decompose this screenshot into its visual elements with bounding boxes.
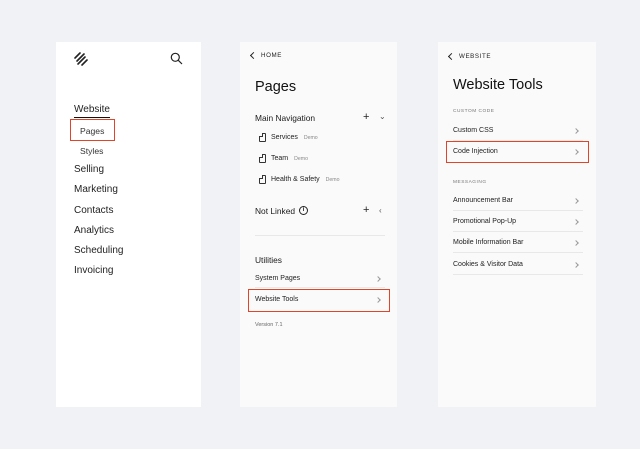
- squarespace-logo-icon[interactable]: [73, 52, 89, 66]
- divider: [453, 231, 583, 232]
- page-name: Health & Safety: [271, 176, 320, 183]
- page-icon: [259, 154, 266, 163]
- divider: [453, 274, 583, 275]
- back-home-button[interactable]: HOME: [249, 51, 282, 60]
- code-injection-highlight: [446, 141, 589, 163]
- announcement-bar-item[interactable]: Announcement Bar: [453, 197, 513, 204]
- version-text: Version 7.1: [255, 322, 283, 328]
- chevron-right-icon: [573, 198, 579, 204]
- mobile-info-bar-item[interactable]: Mobile Information Bar: [453, 239, 523, 246]
- page-item-team[interactable]: Team Demo: [259, 154, 308, 163]
- chevron-right-icon: [375, 276, 381, 282]
- divider: [255, 235, 385, 236]
- pages-highlight: [70, 119, 115, 141]
- back-home-label: HOME: [261, 52, 282, 59]
- nav-contacts[interactable]: Contacts: [74, 205, 113, 216]
- messaging-section-label: MESSAGING: [453, 180, 487, 185]
- website-tools-highlight: [248, 289, 390, 312]
- custom-code-section-label: CUSTOM CODE: [453, 109, 495, 114]
- nav-website[interactable]: Website: [74, 104, 110, 118]
- utilities-label: Utilities: [255, 255, 282, 265]
- nav-invoicing[interactable]: Invoicing: [74, 265, 113, 276]
- chevron-right-icon: [573, 262, 579, 268]
- back-chevron-icon: [447, 52, 456, 61]
- system-pages-item[interactable]: System Pages: [255, 275, 300, 282]
- nav-marketing[interactable]: Marketing: [74, 184, 118, 195]
- demo-tag: Demo: [294, 155, 308, 162]
- page-icon: [259, 133, 266, 142]
- custom-css-item[interactable]: Custom CSS: [453, 127, 493, 134]
- back-website-label: WEBSITE: [459, 53, 492, 60]
- demo-tag: Demo: [325, 176, 340, 183]
- demo-tag: Demo: [303, 134, 318, 141]
- pages-panel: HOME Pages Main Navigation + ⌄ Services …: [240, 42, 397, 407]
- back-chevron-icon: [249, 51, 258, 60]
- divider: [453, 210, 583, 211]
- page-name: Services: [271, 134, 298, 141]
- plus-icon[interactable]: +: [363, 205, 369, 216]
- not-linked-label: Not Linked: [255, 206, 296, 216]
- plus-icon[interactable]: +: [363, 112, 369, 123]
- website-tools-panel: WEBSITE Website Tools CUSTOM CODE Custom…: [438, 42, 596, 407]
- info-icon[interactable]: i: [299, 206, 308, 215]
- divider: [453, 252, 583, 253]
- chevron-down-icon[interactable]: ⌄: [379, 112, 386, 121]
- page-item-health-safety[interactable]: Health & Safety Demo: [259, 175, 339, 184]
- nav-analytics[interactable]: Analytics: [74, 225, 114, 236]
- page-name: Team: [271, 155, 289, 162]
- page-title: Pages: [255, 79, 297, 95]
- nav-styles[interactable]: Styles: [80, 146, 103, 156]
- chevron-left-icon[interactable]: ‹: [379, 206, 382, 215]
- chevron-right-icon: [573, 128, 579, 134]
- main-navigation-label: Main Navigation: [255, 113, 316, 123]
- main-menu-panel: Website Pages Styles Selling Marketing C…: [56, 42, 201, 407]
- page-item-services[interactable]: Services Demo: [259, 133, 318, 142]
- page-icon: [259, 175, 266, 184]
- panel-title: Website Tools: [453, 77, 543, 93]
- back-website-button[interactable]: WEBSITE: [447, 52, 492, 61]
- chevron-right-icon: [573, 240, 579, 246]
- promotional-popup-item[interactable]: Promotional Pop-Up: [453, 218, 516, 225]
- search-icon[interactable]: [170, 52, 183, 65]
- nav-scheduling[interactable]: Scheduling: [74, 245, 123, 256]
- divider: [255, 287, 385, 288]
- nav-selling[interactable]: Selling: [74, 164, 104, 175]
- cookies-visitor-data-item[interactable]: Cookies & Visitor Data: [453, 261, 523, 268]
- chevron-right-icon: [573, 219, 579, 225]
